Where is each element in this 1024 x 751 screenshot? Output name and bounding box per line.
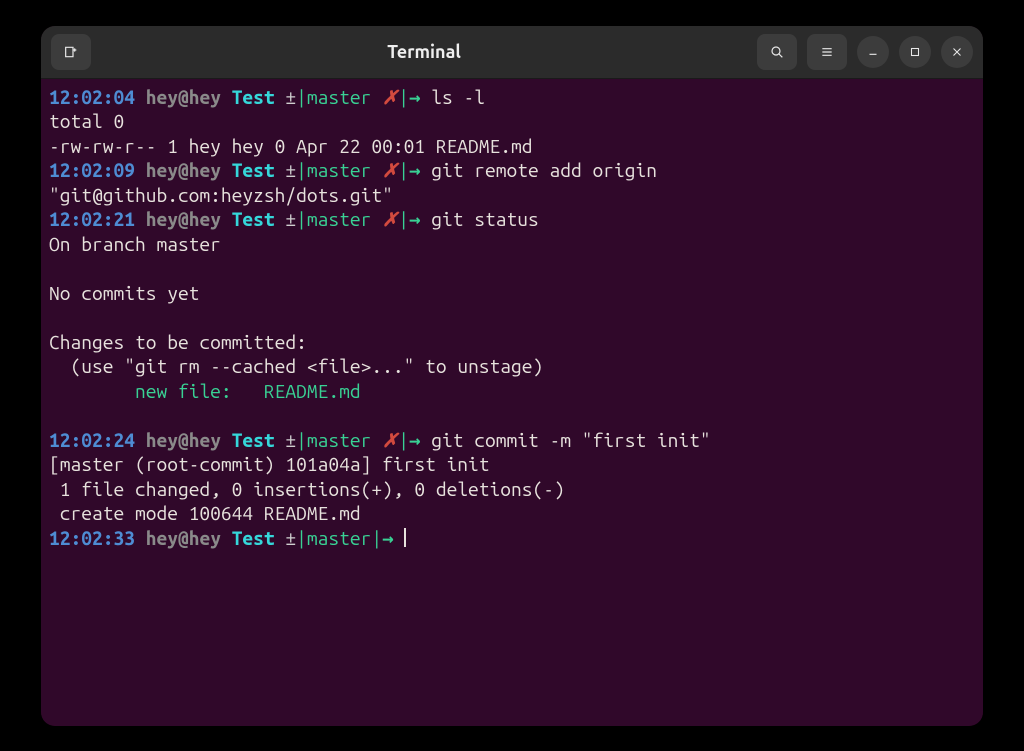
command: ls -l (431, 86, 485, 108)
titlebar-right (757, 34, 973, 70)
close-icon (950, 45, 964, 59)
output-line: On branch master (49, 232, 975, 257)
git-branch: master (307, 208, 371, 230)
minimize-button[interactable] (857, 36, 889, 68)
output-line (49, 403, 975, 428)
git-branch: master (307, 429, 371, 451)
search-button[interactable] (757, 34, 797, 70)
cwd: Test (232, 429, 275, 451)
maximize-icon (908, 45, 922, 59)
search-icon (769, 44, 785, 60)
output-line: No commits yet (49, 281, 975, 306)
output-line: Changes to be committed: (49, 330, 975, 355)
git-dirty-icon: ✗ (382, 429, 398, 451)
window-title: Terminal (99, 42, 749, 62)
output-line: new file: README.md (49, 379, 975, 404)
minimize-icon (866, 45, 880, 59)
new-tab-button[interactable] (51, 34, 91, 70)
git-dirty-icon: ✗ (382, 208, 398, 230)
git-dirty-icon: ✗ (382, 86, 398, 108)
prompt-line: 12:02:24 hey@hey Test ±|master ✗|→ git c… (49, 428, 975, 453)
cursor (404, 528, 406, 547)
timestamp: 12:02:21 (49, 208, 135, 230)
arrow-icon: → (382, 527, 394, 549)
arrow-icon: → (409, 429, 421, 451)
git-branch: master (307, 527, 371, 549)
terminal-output[interactable]: 12:02:04 hey@hey Test ±|master ✗|→ ls -l… (41, 79, 983, 726)
cwd: Test (232, 527, 275, 549)
output-line (49, 305, 975, 330)
close-button[interactable] (941, 36, 973, 68)
timestamp: 12:02:33 (49, 527, 135, 549)
output-line: [master (root-commit) 101a04a] first ini… (49, 452, 975, 477)
cwd: Test (232, 86, 275, 108)
titlebar: Terminal (41, 26, 983, 79)
timestamp: 12:02:04 (49, 86, 135, 108)
user-host: hey@hey (146, 429, 221, 451)
user-host: hey@hey (146, 527, 221, 549)
prompt-line: 12:02:09 hey@hey Test ±|master ✗|→ git r… (49, 158, 975, 207)
new-tab-icon (63, 44, 79, 60)
arrow-icon: → (409, 86, 421, 108)
timestamp: 12:02:09 (49, 159, 135, 181)
prompt-line: 12:02:21 hey@hey Test ±|master ✗|→ git s… (49, 207, 975, 232)
output-line: total 0 (49, 109, 975, 134)
terminal-window: Terminal 12:02:04 hey@hey Test ±|master … (41, 26, 983, 726)
cwd: Test (232, 159, 275, 181)
git-dirty-icon: ✗ (382, 159, 398, 181)
timestamp: 12:02:24 (49, 429, 135, 451)
user-host: hey@hey (146, 159, 221, 181)
user-host: hey@hey (146, 208, 221, 230)
user-host: hey@hey (146, 86, 221, 108)
maximize-button[interactable] (899, 36, 931, 68)
output-line: create mode 100644 README.md (49, 501, 975, 526)
menu-button[interactable] (807, 34, 847, 70)
git-branch: master (307, 159, 371, 181)
output-line (49, 256, 975, 281)
arrow-icon: → (409, 208, 421, 230)
command: git commit -m "first init" (431, 429, 710, 451)
prompt-line: 12:02:04 hey@hey Test ±|master ✗|→ ls -l (49, 85, 975, 110)
command: git status (431, 208, 538, 230)
git-branch: master (307, 86, 371, 108)
arrow-icon: → (409, 159, 421, 181)
output-line: -rw-rw-r-- 1 hey hey 0 Apr 22 00:01 READ… (49, 134, 975, 159)
output-line: 1 file changed, 0 insertions(+), 0 delet… (49, 477, 975, 502)
prompt-line: 12:02:33 hey@hey Test ±|master|→ (49, 526, 975, 551)
cwd: Test (232, 208, 275, 230)
output-line: (use "git rm --cached <file>..." to unst… (49, 354, 975, 379)
hamburger-icon (819, 44, 835, 60)
